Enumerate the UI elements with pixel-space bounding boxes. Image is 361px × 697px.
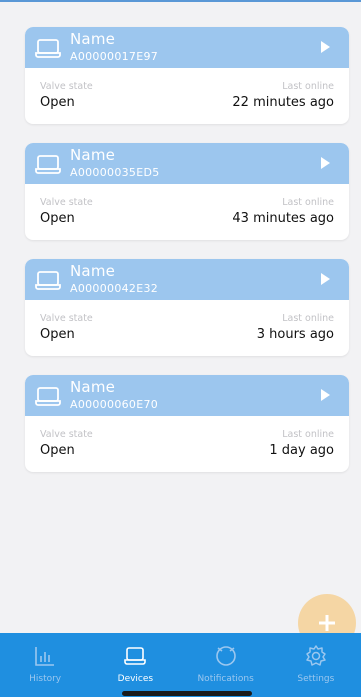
last-online-value: 43 minutes ago [232,211,334,226]
device-id: A00000042E32 [70,282,159,295]
tab-label: Notifications [197,674,254,684]
device-card[interactable]: Name A00000060E70 Valve state Open Last … [25,375,349,472]
valve-state-label: Valve state [40,81,93,92]
device-id: A00000060E70 [70,398,159,411]
last-online-label: Last online [282,81,334,92]
device-card[interactable]: Name A00000042E32 Valve state Open Last … [25,259,349,356]
plus-icon [319,615,335,631]
device-name: Name [70,378,116,396]
device-icon [124,647,147,665]
device-card-body: Valve state Open Last online 43 minutes … [25,184,349,240]
gear-icon [306,645,326,666]
tab-label: Devices [117,674,154,684]
device-id: A00000017E97 [70,50,159,63]
tab-label: History [29,674,62,684]
last-online-value: 22 minutes ago [232,95,334,110]
device-card-header[interactable]: Name A00000017E97 [25,27,349,68]
tab-history[interactable]: History [0,633,90,697]
device-icon [35,155,61,174]
chevron-right-icon[interactable] [321,157,330,169]
device-card-header[interactable]: Name A00000060E70 [25,375,349,416]
valve-state-value: Open [40,443,75,458]
valve-state-label: Valve state [40,313,93,324]
chevron-right-icon[interactable] [321,41,330,53]
bell-icon [215,646,236,666]
valve-state-value: Open [40,211,75,226]
last-online-label: Last online [282,429,334,440]
device-card-body: Valve state Open Last online 3 hours ago [25,300,349,356]
device-name: Name [70,30,116,48]
device-card-body: Valve state Open Last online 1 day ago [25,416,349,472]
tab-settings[interactable]: Settings [271,633,361,697]
device-id: A00000035ED5 [70,166,160,179]
chevron-right-icon[interactable] [321,389,330,401]
last-online-value: 1 day ago [269,443,334,458]
valve-state-value: Open [40,95,75,110]
last-online-value: 3 hours ago [256,327,334,342]
device-card[interactable]: Name A00000017E97 Valve state Open Last … [25,27,349,124]
device-card-body: Valve state Open Last online 22 minutes … [25,68,349,124]
device-card-header[interactable]: Name A00000042E32 [25,259,349,300]
chart-icon [35,647,55,666]
tab-label: Settings [297,674,335,684]
bottom-tab-bar: History Devices Notifications Settings [0,633,361,697]
valve-state-label: Valve state [40,429,93,440]
device-name: Name [70,262,116,280]
device-card-header[interactable]: Name A00000035ED5 [25,143,349,184]
last-online-label: Last online [282,313,334,324]
device-icon [35,271,61,290]
valve-state-value: Open [40,327,75,342]
device-card[interactable]: Name A00000035ED5 Valve state Open Last … [25,143,349,240]
tab-notifications[interactable]: Notifications [181,633,271,697]
device-icon [35,387,61,406]
tab-devices[interactable]: Devices [90,633,180,697]
device-icon [35,39,61,58]
last-online-label: Last online [282,197,334,208]
device-name: Name [70,146,116,164]
valve-state-label: Valve state [40,197,93,208]
top-divider [0,0,361,2]
home-indicator[interactable] [122,691,252,696]
chevron-right-icon[interactable] [321,273,330,285]
